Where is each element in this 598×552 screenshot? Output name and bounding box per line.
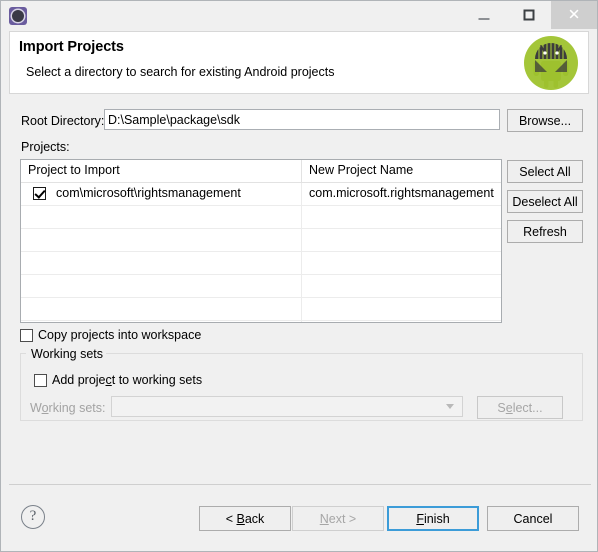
refresh-button[interactable]: Refresh: [507, 220, 583, 243]
gear-icon-inner: [12, 10, 24, 22]
back-button[interactable]: < Back: [199, 506, 291, 531]
minimize-icon: [478, 18, 489, 20]
copy-projects-checkbox[interactable]: [20, 329, 33, 342]
title-bar: ✕: [1, 1, 597, 30]
android-robot-icon: [524, 36, 578, 90]
working-sets-group-label: Working sets: [28, 347, 107, 361]
table-row[interactable]: [21, 298, 501, 321]
column-divider: [301, 183, 302, 205]
projects-table[interactable]: Project to Import New Project Name com\m…: [20, 159, 502, 323]
column-divider: [301, 275, 302, 297]
close-icon: ✕: [567, 6, 581, 24]
cell-project-to-import: com\microsoft\rightsmanagement: [56, 186, 241, 200]
column-divider: [301, 229, 302, 251]
row-checkbox[interactable]: [33, 187, 46, 200]
table-header-row: Project to Import New Project Name: [21, 160, 501, 183]
working-sets-combo[interactable]: [111, 396, 463, 417]
column-header-project-to-import[interactable]: Project to Import: [28, 163, 120, 177]
root-directory-input[interactable]: [104, 109, 500, 130]
finish-button[interactable]: Finish: [387, 506, 479, 531]
column-divider[interactable]: [301, 160, 302, 182]
select-all-button[interactable]: Select All: [507, 160, 583, 183]
table-row[interactable]: [21, 206, 501, 229]
cancel-button[interactable]: Cancel: [487, 506, 579, 531]
maximize-button[interactable]: [506, 1, 551, 29]
column-divider: [301, 298, 302, 320]
import-projects-dialog: ✕ Import Projects Select a directory to …: [0, 0, 598, 552]
table-row[interactable]: com\microsoft\rightsmanagement com.micro…: [21, 183, 501, 206]
copy-projects-label: Copy projects into workspace: [38, 328, 202, 342]
deselect-all-button[interactable]: Deselect All: [507, 190, 583, 213]
chevron-down-icon: [446, 404, 454, 409]
next-button[interactable]: Next >: [292, 506, 384, 531]
help-icon[interactable]: ?: [21, 505, 45, 529]
browse-button[interactable]: Browse...: [507, 109, 583, 132]
page-subtitle: Select a directory to search for existin…: [26, 65, 335, 79]
app-gear-icon: [9, 7, 27, 25]
minimize-button[interactable]: [461, 1, 506, 29]
working-sets-combo-label: Working sets:: [30, 401, 106, 415]
working-sets-select-button[interactable]: Select...: [477, 396, 563, 419]
column-divider: [301, 252, 302, 274]
root-directory-label: Root Directory:: [21, 114, 105, 128]
table-row[interactable]: [21, 321, 501, 322]
add-project-checkbox[interactable]: [34, 374, 47, 387]
column-divider: [301, 206, 302, 228]
column-divider: [301, 321, 302, 322]
maximize-icon: [523, 9, 534, 21]
projects-label: Projects:: [21, 140, 70, 154]
close-button[interactable]: ✕: [551, 1, 597, 29]
wizard-header: Import Projects Select a directory to se…: [9, 31, 589, 94]
table-row[interactable]: [21, 229, 501, 252]
table-row[interactable]: [21, 275, 501, 298]
cell-new-project-name: com.microsoft.rightsmanagement: [309, 186, 494, 200]
table-row[interactable]: [21, 252, 501, 275]
add-project-label: Add project to working sets: [52, 373, 203, 387]
column-header-new-project-name[interactable]: New Project Name: [309, 163, 413, 177]
page-title: Import Projects: [19, 39, 124, 55]
